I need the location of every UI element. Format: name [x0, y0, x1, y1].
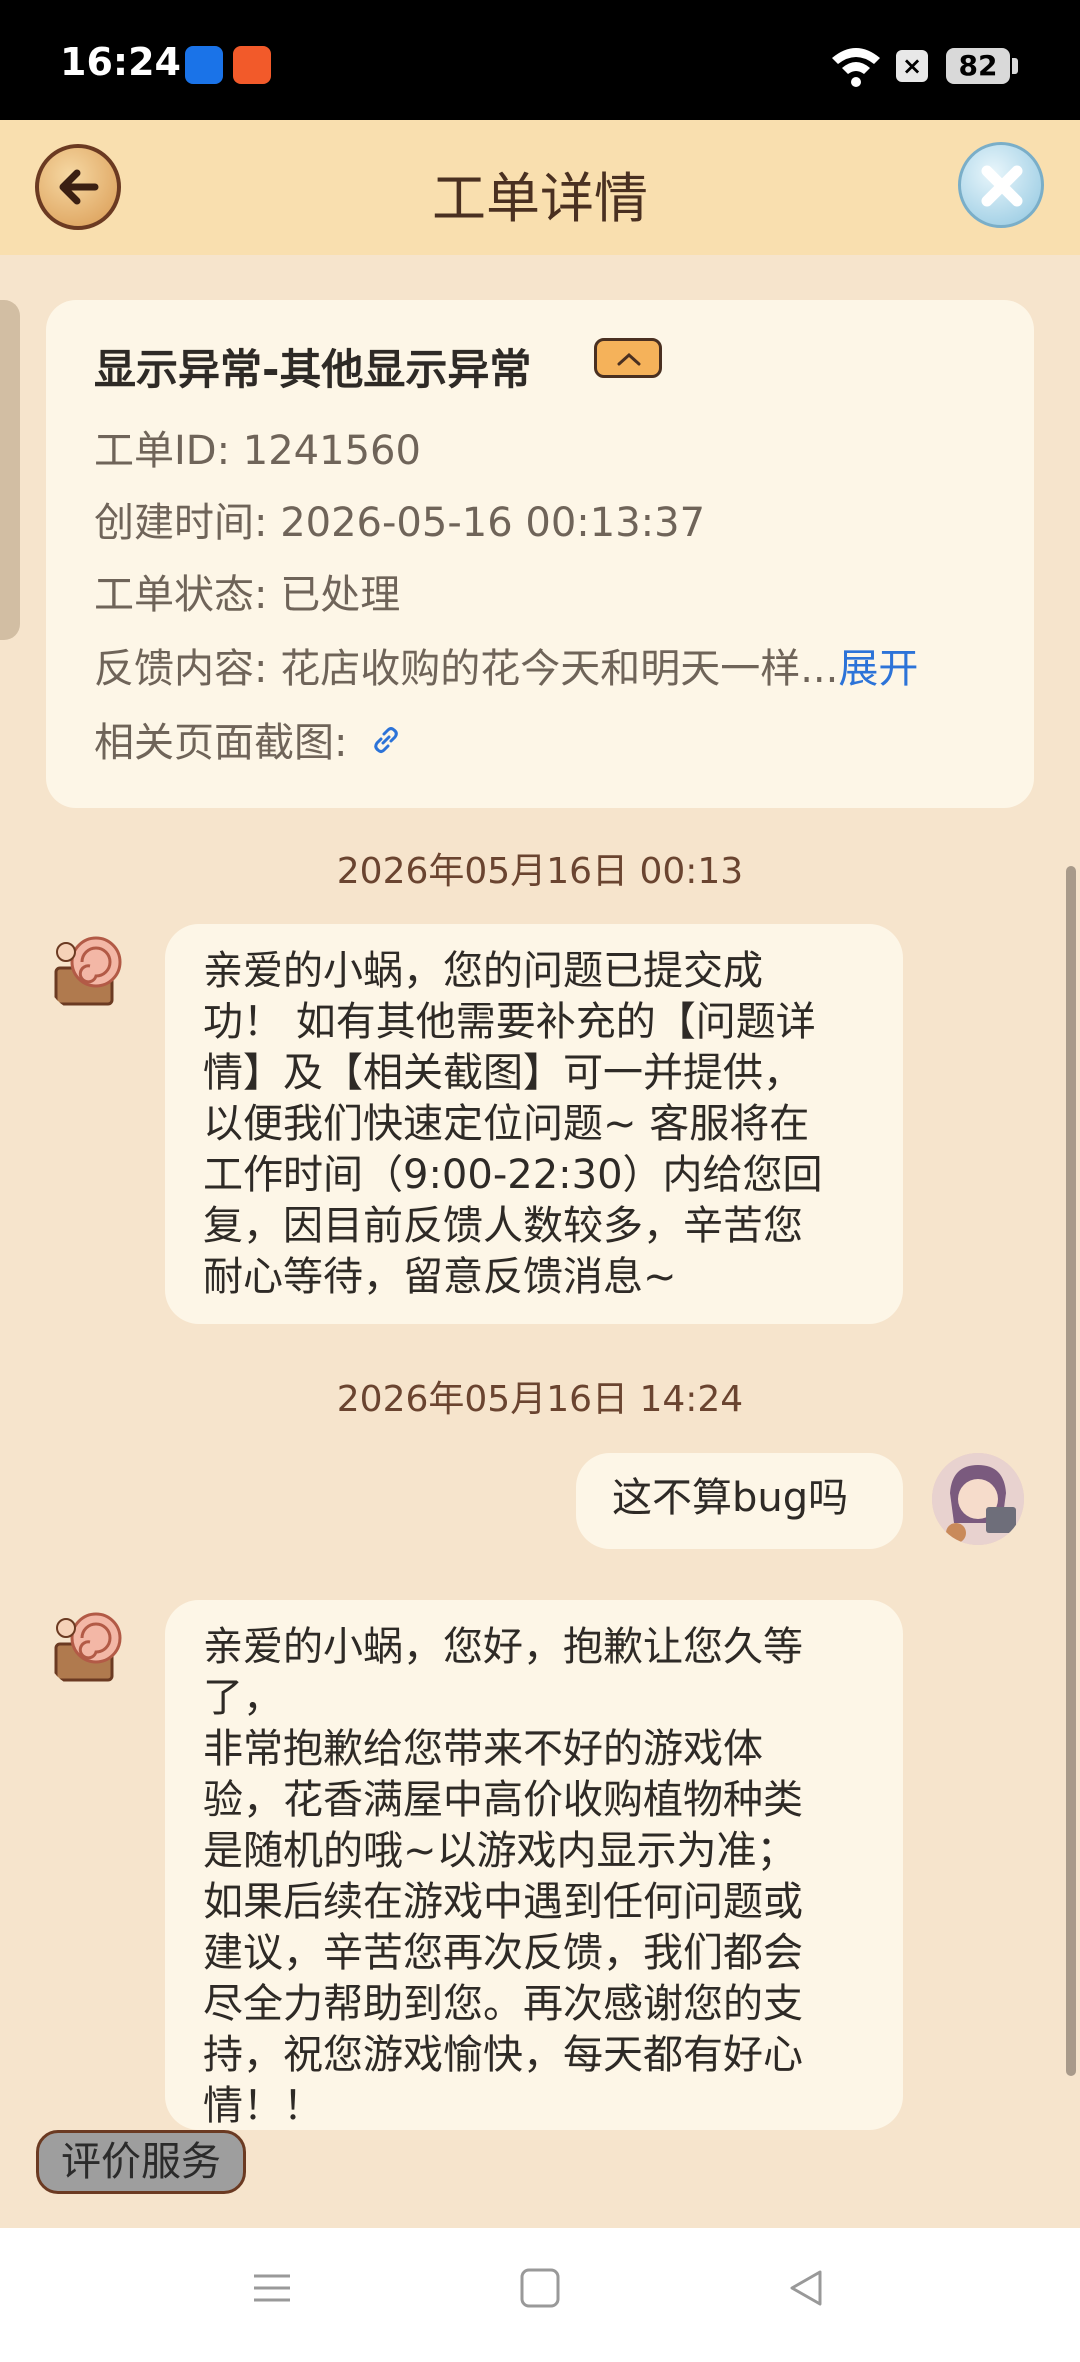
message-timestamp: 2026年05月16日 14:24 — [336, 1379, 744, 1420]
message-text: 亲爱的小蜗，您的问题已提交成 功！ 如有其他需要补充的【问题详 情】及【相关截图… — [203, 948, 823, 1300]
ticket-created-time: 创建时间: 2026-05-16 00:13:37 — [94, 500, 706, 546]
message-text: 亲爱的小蜗，您好，抱歉让您久等 了， 非常抱歉给您带来不好的游戏体 验，花香满屋… — [203, 1624, 803, 2129]
feedback-content: 反馈内容: 花店收购的花今天和明天一样... — [94, 646, 839, 692]
agent-message-bubble: 亲爱的小蜗，您好，抱歉让您久等 了， 非常抱歉给您带来不好的游戏体 验，花香满屋… — [165, 1600, 903, 2130]
home-icon[interactable] — [518, 2266, 562, 2310]
status-time: 16:24 — [60, 40, 181, 84]
expand-link[interactable]: 展开 — [838, 646, 918, 692]
back-triangle-icon[interactable] — [784, 2266, 828, 2310]
system-nav-bar — [0, 2228, 1080, 2362]
message-timestamp: 2026年05月16日 00:13 — [336, 851, 744, 892]
ticket-info-card: 显示异常-其他显示异常 工单ID: 1241560 创建时间: 2026-05-… — [46, 300, 1034, 808]
sim-off-icon: × — [896, 50, 928, 82]
collapse-button[interactable] — [594, 338, 662, 378]
agent-avatar[interactable] — [44, 1598, 136, 1690]
close-icon — [981, 165, 1023, 207]
status-bar: 16:24 × 82 — [0, 0, 1080, 120]
wifi-icon — [832, 48, 880, 87]
book-app-notification-icon — [233, 46, 271, 84]
chevron-up-icon — [617, 352, 641, 366]
message-text: 这不算bug吗 — [612, 1475, 849, 1521]
menu-icon[interactable] — [250, 2266, 294, 2310]
ticket-screenshot-row: 相关页面截图: — [94, 710, 404, 768]
side-drawer-handle[interactable] — [0, 300, 20, 640]
link-icon[interactable] — [368, 722, 404, 768]
battery-icon: 82 — [946, 48, 1018, 84]
header-bar: 工单详情 — [0, 120, 1080, 255]
ticket-status: 工单状态: 已处理 — [94, 572, 401, 618]
agent-avatar[interactable] — [44, 922, 136, 1014]
app-notification-icon — [185, 46, 223, 84]
agent-message-bubble: 亲爱的小蜗，您的问题已提交成 功！ 如有其他需要补充的【问题详 情】及【相关截图… — [165, 924, 903, 1324]
screenshot-label: 相关页面截图: — [94, 720, 361, 766]
close-button[interactable] — [958, 142, 1044, 228]
rate-service-button[interactable]: 评价服务 — [36, 2130, 246, 2194]
ticket-feedback: 反馈内容: 花店收购的花今天和明天一样...展开 — [94, 636, 918, 694]
ticket-id: 工单ID: 1241560 — [94, 428, 421, 474]
user-avatar[interactable] — [932, 1453, 1024, 1545]
page-title: 工单详情 — [432, 167, 648, 230]
scrollbar[interactable] — [1066, 866, 1076, 2076]
user-message-bubble: 这不算bug吗 — [576, 1453, 903, 1549]
ticket-title: 显示异常-其他显示异常 — [94, 345, 532, 394]
